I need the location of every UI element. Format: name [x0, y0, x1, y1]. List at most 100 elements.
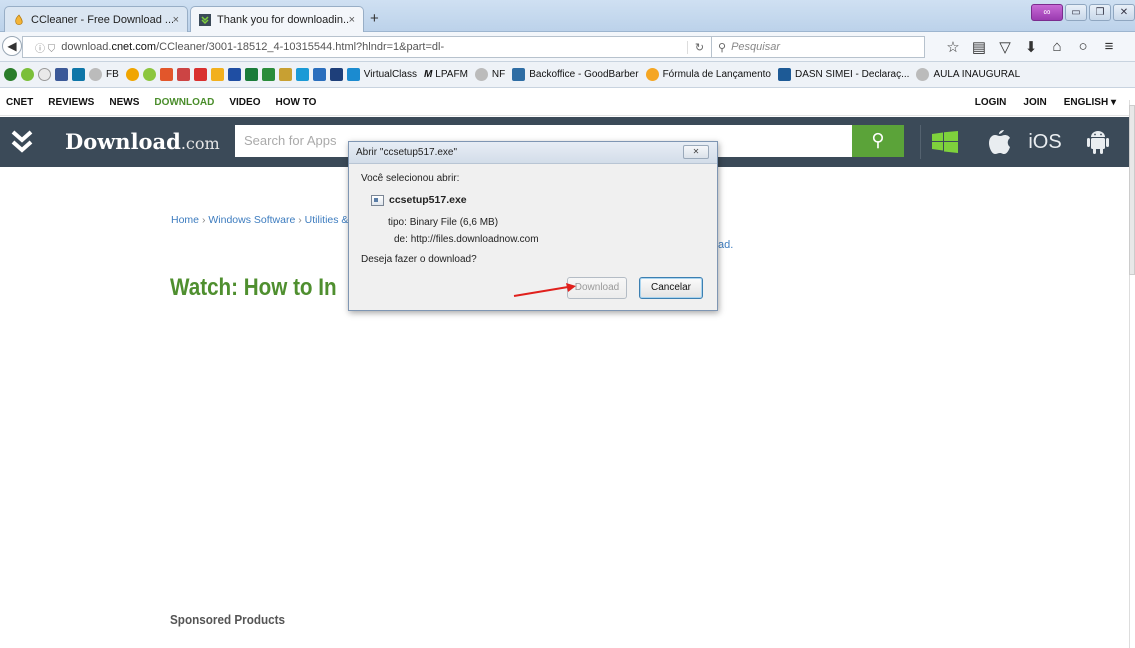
login-link[interactable]: LOGIN [975, 97, 1007, 108]
download-restart-link[interactable]: ad. [718, 239, 733, 251]
bookmarks-toolbar: FB VirtualClass M LPAFM NF Backoffice - G… [0, 62, 1135, 88]
ccleaner-favicon-icon [13, 13, 25, 26]
bookmark-icon[interactable] [329, 68, 343, 81]
page-scrollbar-thumb[interactable] [1129, 105, 1135, 275]
dialog-cancel-button[interactable]: Cancelar [639, 277, 703, 299]
dialog-titlebar[interactable]: Abrir "ccsetup517.exe" ✕ [349, 142, 717, 164]
breadcrumb-home[interactable]: Home [171, 214, 199, 226]
bookmark-icon[interactable] [227, 68, 241, 81]
nav-download[interactable]: DOWNLOAD [154, 97, 214, 108]
back-button[interactable]: ◀ [2, 36, 22, 56]
url-bar[interactable]: ⓘ ⛉ download. cnet.com/CCleaner/3001-1851… [22, 36, 712, 58]
maximize-button[interactable]: ❐ [1089, 4, 1111, 21]
download-chevron-logo-icon[interactable] [10, 128, 34, 156]
bookmark-nf[interactable]: NF [474, 68, 505, 81]
dialog-file-row: ccsetup517.exe [371, 194, 467, 206]
bookmark-icon[interactable] [159, 68, 173, 81]
pocket-icon[interactable]: ▽ [992, 38, 1018, 56]
bookmark-icon [512, 68, 526, 81]
globe-icon [916, 68, 930, 81]
tab-thank-you[interactable]: Thank you for downloadin... × [190, 6, 364, 32]
search-icon: ⚲ [718, 41, 727, 54]
new-tab-button[interactable]: + [370, 10, 379, 27]
app-search-button[interactable]: ⚲ [852, 125, 904, 157]
bookmark-icon[interactable] [244, 68, 258, 81]
file-icon [371, 194, 384, 206]
search-placeholder: Pesquisar [731, 41, 780, 53]
bookmark-star-icon[interactable]: ☆ [940, 38, 966, 56]
bookmark-icon[interactable] [125, 68, 139, 81]
nav-cnet[interactable]: CNET [6, 97, 33, 108]
bookmark-formula[interactable]: Fórmula de Lançamento [645, 68, 771, 81]
bookmark-icon[interactable] [312, 68, 326, 81]
globe-icon [474, 68, 488, 81]
page-heading: Watch: How to In [170, 274, 337, 301]
site-info-icon[interactable]: ⓘ ⛉ [35, 40, 55, 55]
android-platform-icon[interactable] [1078, 117, 1118, 167]
tab-title: Thank you for downloadin... [217, 13, 349, 26]
breadcrumb-utilities[interactable]: Utilities & [305, 214, 349, 226]
linkedin-icon[interactable] [72, 68, 85, 81]
bookmark-lpafm[interactable]: M LPAFM [424, 69, 468, 80]
globe-icon [89, 68, 102, 81]
window-controls: ∞ ▭ ❐ ✕ [1031, 4, 1135, 21]
bookmark-icon[interactable] [295, 68, 309, 81]
bookmark-icon[interactable] [176, 68, 190, 81]
lpafm-icon: M [423, 69, 433, 80]
bookmark-icon[interactable] [4, 68, 17, 81]
bookmark-aula[interactable]: AULA INAUGURAL [916, 68, 1020, 81]
private-browsing-icon: ∞ [1031, 4, 1063, 21]
download-com-logo[interactable]: Download.com [65, 129, 220, 154]
nav-how-to[interactable]: HOW TO [275, 97, 316, 108]
minimize-button[interactable]: ▭ [1065, 4, 1087, 21]
bookmark-icon[interactable] [142, 68, 156, 81]
downloads-icon[interactable]: ⬇ [1018, 38, 1044, 56]
bookmark-goodbarber[interactable]: Backoffice - GoodBarber [512, 68, 639, 81]
dialog-question: Deseja fazer o download? [361, 254, 477, 265]
tab-close-icon[interactable]: × [173, 14, 179, 26]
bookmark-icon [645, 68, 659, 81]
toolbar-icons: ☆ ▤ ▽ ⬇ ⌂ ○ ≡ [940, 38, 1122, 56]
url-host: cnet.com [111, 41, 157, 53]
bookmark-dasn[interactable]: DASN SIMEI - Declaraç... [777, 68, 909, 81]
home-icon[interactable]: ⌂ [1044, 38, 1070, 56]
apple-platform-icon[interactable] [980, 117, 1020, 167]
breadcrumb: Home › Windows Software › Utilities & [171, 214, 349, 226]
menu-icon[interactable]: ≡ [1096, 38, 1122, 56]
url-path: /CCleaner/3001-18512_4-10315544.html?hln… [156, 41, 445, 53]
nav-video[interactable]: VIDEO [229, 97, 260, 108]
dialog-from-value: http://files.downloadnow.com [410, 234, 539, 245]
bookmark-icon[interactable] [21, 68, 34, 81]
join-link[interactable]: JOIN [1023, 97, 1046, 108]
annotation-arrow-icon [513, 283, 576, 297]
bookmark-icon [346, 68, 360, 81]
divider [920, 125, 921, 159]
bookmark-icon[interactable] [278, 68, 292, 81]
bookmark-icon[interactable] [193, 68, 207, 81]
bookmark-icon[interactable] [210, 68, 224, 81]
close-window-button[interactable]: ✕ [1113, 4, 1135, 21]
chat-icon[interactable]: ○ [1070, 38, 1096, 56]
bookmark-fb[interactable]: FB [89, 68, 119, 81]
nav-reviews[interactable]: REVIEWS [48, 97, 94, 108]
bookmark-icon[interactable] [261, 68, 275, 81]
tab-ccleaner[interactable]: CCleaner - Free Download ... × [4, 6, 188, 32]
tab-strip: CCleaner - Free Download ... × Thank you… [0, 0, 1135, 32]
bookmark-virtualclass[interactable]: VirtualClass [346, 68, 417, 81]
windows-platform-icon[interactable] [925, 117, 965, 167]
dialog-type-value: Binary File (6,6 MB) [409, 217, 499, 228]
ios-platform-icon[interactable]: iOS [1020, 117, 1070, 167]
search-icon: ⚲ [871, 130, 885, 150]
facebook-icon[interactable] [55, 68, 68, 81]
language-select[interactable]: ENGLISH ▾ [1064, 97, 1116, 108]
dialog-close-button[interactable]: ✕ [683, 145, 709, 159]
reload-icon[interactable]: ↻ [687, 40, 711, 54]
bookmark-icon[interactable] [38, 68, 51, 81]
site-top-nav: CNET REVIEWS NEWS DOWNLOAD VIDEO HOW TO … [0, 88, 1135, 116]
breadcrumb-windows-software[interactable]: Windows Software [208, 214, 295, 226]
reading-list-icon[interactable]: ▤ [966, 38, 992, 56]
search-bar[interactable]: ⚲ Pesquisar [712, 36, 925, 58]
nav-news[interactable]: NEWS [109, 97, 139, 108]
tab-close-icon[interactable]: × [349, 14, 355, 26]
sponsored-products-heading: Sponsored Products [170, 612, 286, 627]
